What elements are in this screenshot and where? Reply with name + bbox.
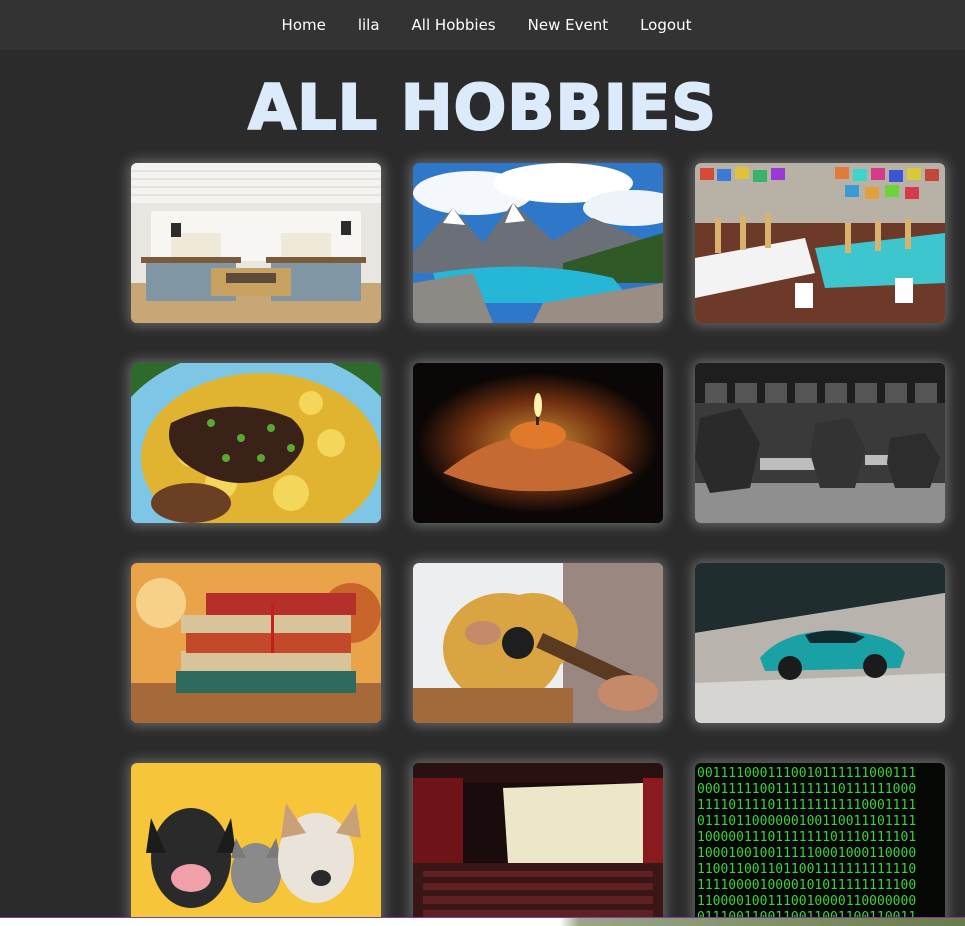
- food-plate-image: [131, 363, 381, 523]
- svg-text:1111000010000101011111111100: 1111000010000101011111111100: [697, 878, 916, 893]
- painting-studio-image: [695, 163, 945, 323]
- binary-code-image: 0011110001110010111111000111 00011111001…: [695, 763, 945, 923]
- cinema-image: [413, 763, 663, 923]
- hobby-card-sports-car[interactable]: [695, 563, 945, 723]
- nav-new-event-link[interactable]: New Event: [512, 16, 624, 34]
- hobby-card-guitar[interactable]: [413, 563, 663, 723]
- hobby-card-painting-studio[interactable]: [695, 163, 945, 323]
- svg-text:0011110001110010111111000111: 0011110001110010111111000111: [697, 766, 916, 781]
- svg-text:1000001110111111101110111101: 1000001110111111101110111101: [697, 830, 916, 845]
- page-title: ALL HOBBIES: [247, 70, 717, 145]
- nav-home-link[interactable]: Home: [266, 16, 342, 34]
- hobby-card-cinema[interactable]: [413, 763, 663, 923]
- nav-all-hobbies-link[interactable]: All Hobbies: [396, 16, 512, 34]
- svg-text:1100001001110010000110000000: 1100001001110010000110000000: [697, 894, 916, 909]
- guitar-image: [413, 563, 663, 723]
- dumbbells-image: [695, 363, 945, 523]
- sports-car-image: [695, 563, 945, 723]
- hobby-card-kitchen[interactable]: [131, 163, 381, 323]
- hobby-card-food[interactable]: [131, 363, 381, 523]
- pets-image: [131, 763, 381, 923]
- nav-user-link[interactable]: lila: [342, 16, 396, 34]
- mountain-lake-image: [413, 163, 663, 323]
- top-navbar: Home lila All Hobbies New Event Logout: [0, 0, 965, 50]
- books-image: [131, 563, 381, 723]
- kitchen-image: [131, 163, 381, 323]
- hobby-card-binary-code[interactable]: 0011110001110010111111000111 00011111001…: [695, 763, 945, 923]
- svg-text:0001111100111111110111111000: 0001111100111111110111111000: [697, 782, 916, 797]
- hobby-card-mountain-lake[interactable]: [413, 163, 663, 323]
- nav-links: Home lila All Hobbies New Event Logout: [266, 16, 708, 34]
- hobby-card-pets[interactable]: [131, 763, 381, 923]
- hobby-card-dumbbells[interactable]: [695, 363, 945, 523]
- hobby-card-books[interactable]: [131, 563, 381, 723]
- svg-text:0111011000000100110011101111: 0111011000000100110011101111: [697, 814, 916, 829]
- svg-text:1111011110111111111110001111: 1111011110111111111110001111: [697, 798, 916, 813]
- svg-text:1000100100111110001000110000: 1000100100111110001000110000: [697, 846, 916, 861]
- svg-text:1100110011011001111111111110: 1100110011011001111111111110: [697, 862, 916, 877]
- hobby-card-candle[interactable]: [413, 363, 663, 523]
- candle-hands-image: [413, 363, 663, 523]
- nav-logout-link[interactable]: Logout: [624, 16, 707, 34]
